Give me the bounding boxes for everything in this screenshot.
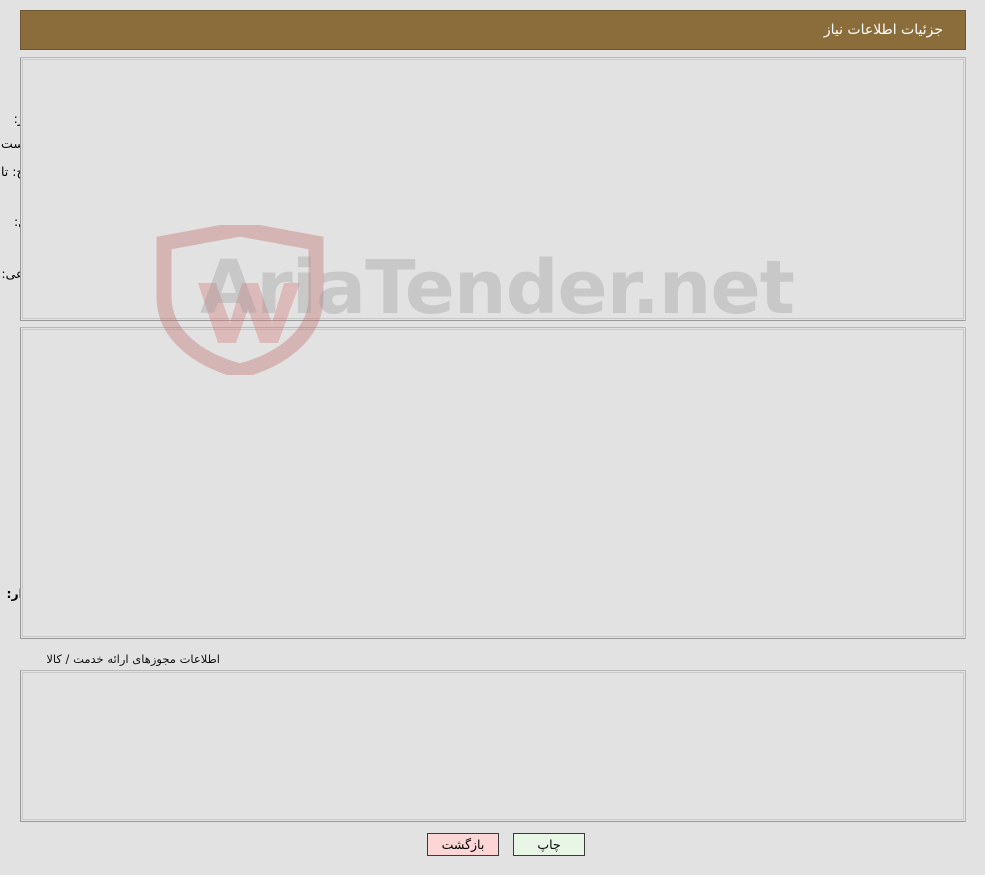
back-button[interactable]: بازگشت <box>427 833 499 856</box>
description-panel-inner <box>22 329 964 637</box>
permits-caption: اطلاعات مجوزهای ارائه خدمت / کالا <box>46 652 220 666</box>
description-panel <box>20 327 966 639</box>
permits-panel-inner <box>22 672 964 820</box>
permits-panel <box>20 670 966 822</box>
need-info-panel-inner <box>22 59 964 319</box>
page-title: جزئیات اطلاعات نیاز <box>20 10 966 50</box>
need-info-panel <box>20 57 966 321</box>
print-button[interactable]: چاپ <box>513 833 585 856</box>
page-title-text: جزئیات اطلاعات نیاز <box>823 22 943 38</box>
page-root: AriaTender.net جزئیات اطلاعات نیاز شماره… <box>0 0 985 875</box>
